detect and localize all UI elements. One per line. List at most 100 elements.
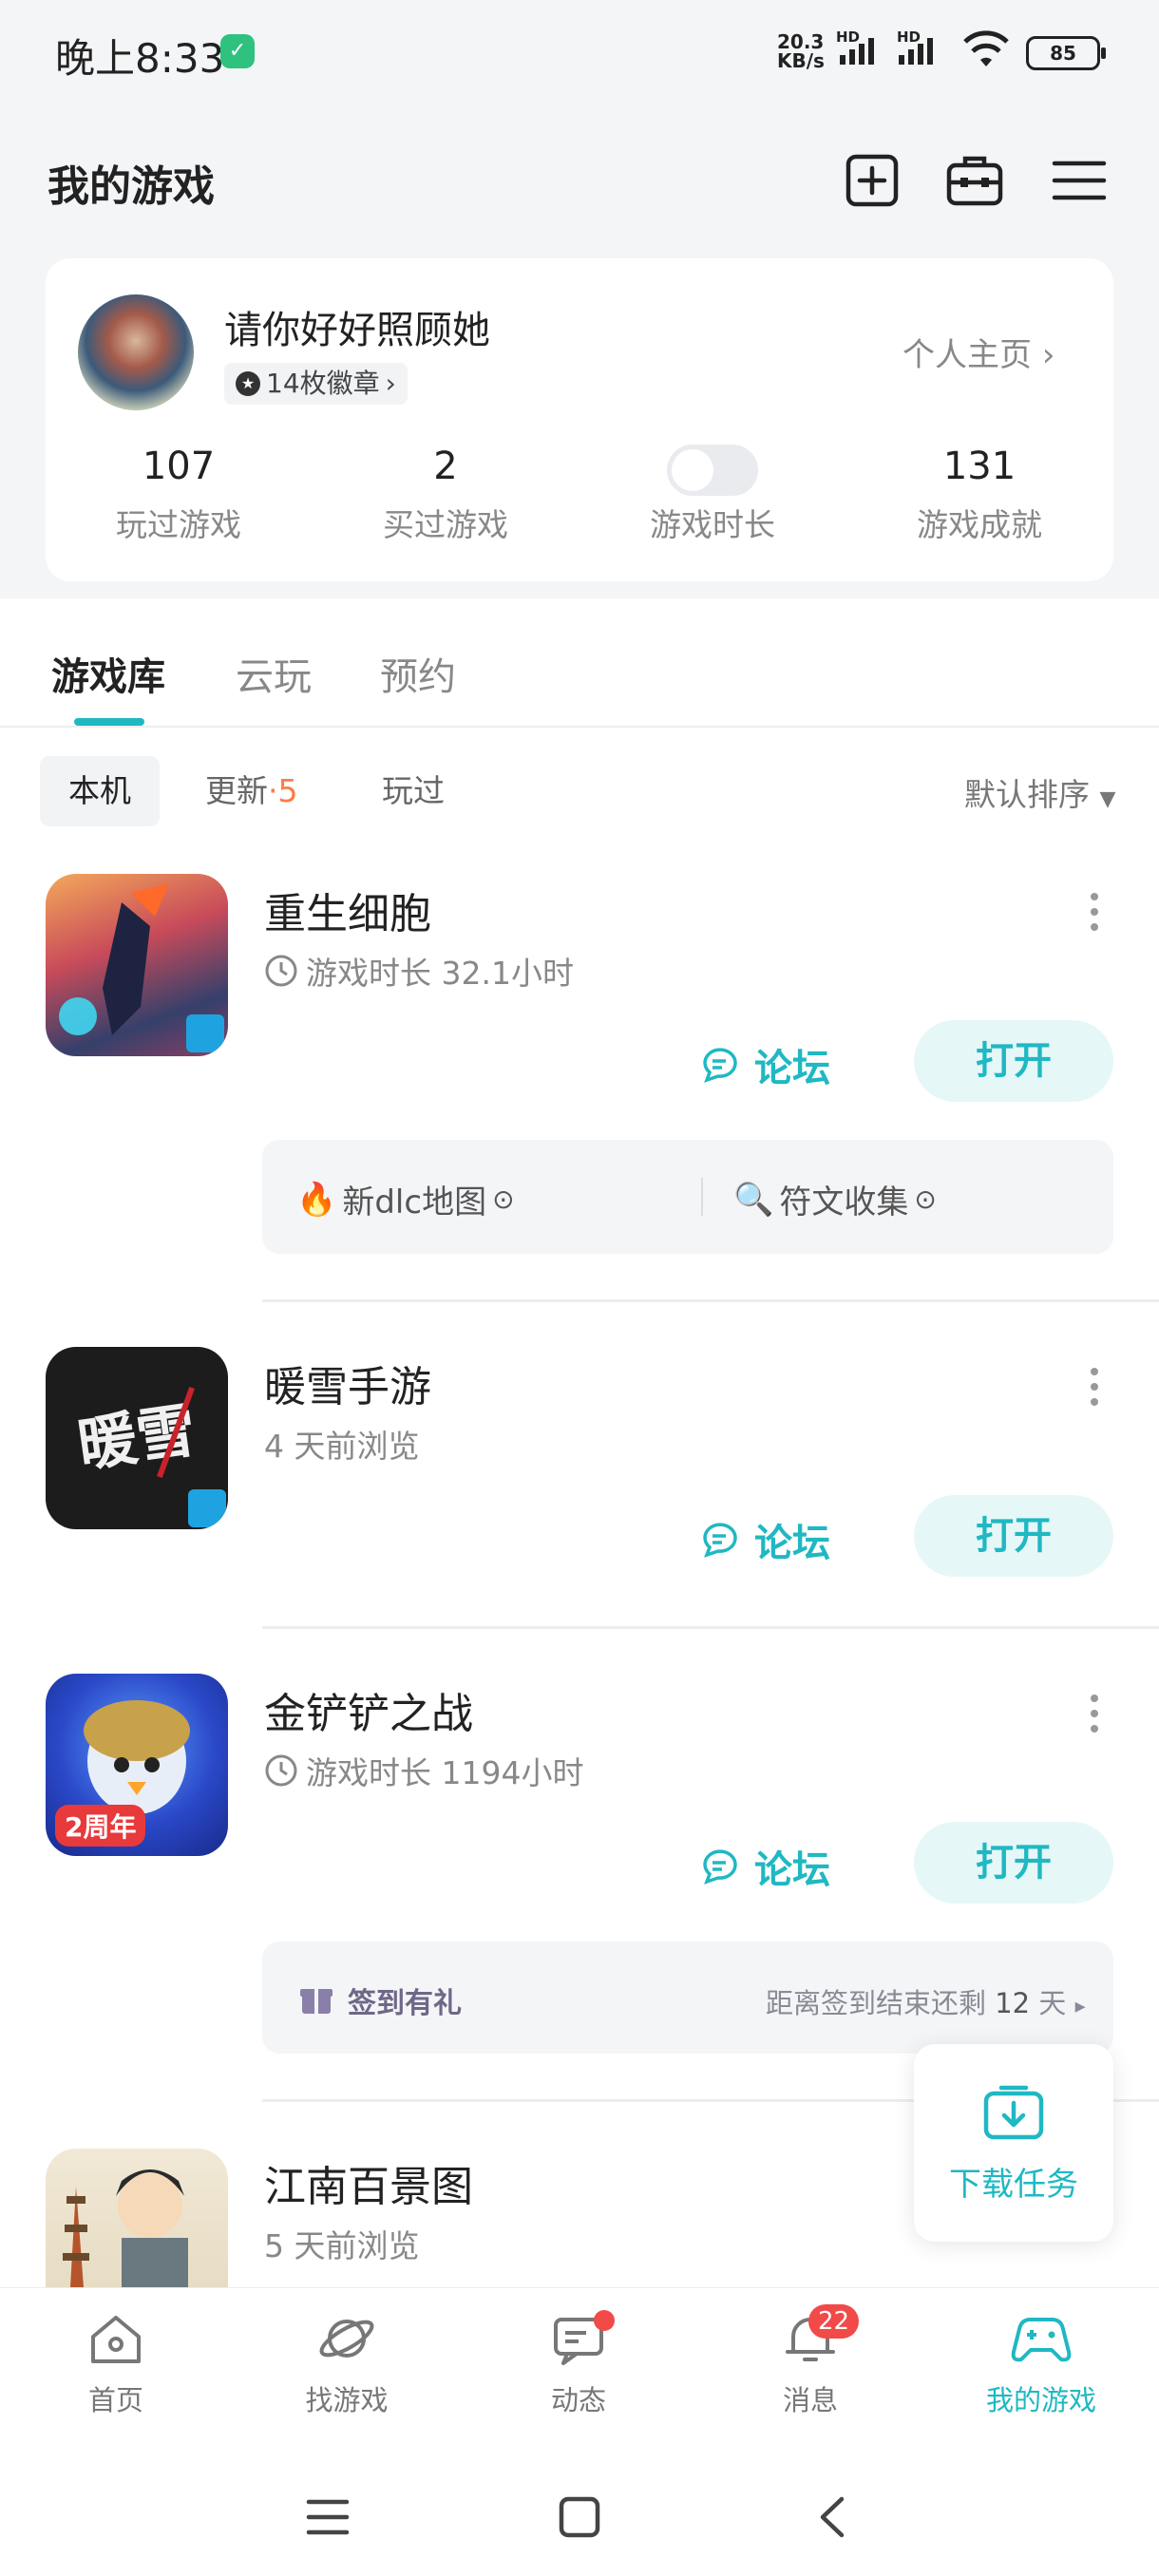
wifi-icon xyxy=(963,30,1009,66)
open-button[interactable]: 打开 xyxy=(914,1822,1113,1904)
more-icon[interactable] xyxy=(1091,893,1102,938)
filter-update-sep: · xyxy=(268,772,278,809)
nav-discover[interactable]: 找游戏 xyxy=(252,2308,442,2418)
gamepad-icon xyxy=(1011,2318,1072,2362)
home-square-icon[interactable] xyxy=(559,2496,600,2538)
caret-down-icon: ▼ xyxy=(1099,787,1116,811)
stat-played[interactable]: 107 玩过游戏 xyxy=(46,445,312,545)
menu-icon[interactable] xyxy=(1049,150,1110,211)
tip-rune[interactable]: 🔍 符文收集 ⊙ xyxy=(733,1176,937,1222)
forum-button-label: 论坛 xyxy=(754,1047,830,1090)
fire-icon: 🔥 xyxy=(296,1180,337,1219)
menu-icon[interactable] xyxy=(306,2498,350,2536)
game-title[interactable]: 江南百景图 xyxy=(264,2152,473,2213)
signin-remaining-prefix: 距离签到结束还剩 xyxy=(766,1987,987,2019)
page-title: 我的游戏 xyxy=(48,162,215,211)
stat-value: 131 xyxy=(942,445,1016,488)
tip-new-dlc[interactable]: 🔥 新dlc地图 ⊙ xyxy=(296,1176,515,1222)
game-icon[interactable] xyxy=(46,2149,228,2287)
net-speed-value: 20.3 xyxy=(777,30,825,53)
tip-label: 新dlc地图 xyxy=(342,1184,487,1222)
game-icon[interactable]: 2周年 xyxy=(46,1674,228,1856)
stat-achievements[interactable]: 131 游戏成就 xyxy=(846,445,1112,545)
forum-button[interactable]: 论坛 xyxy=(699,1037,830,1092)
more-icon[interactable] xyxy=(1091,1368,1102,1413)
more-icon[interactable] xyxy=(1091,1695,1102,1740)
game-title[interactable]: 金铲铲之战 xyxy=(264,1679,473,1740)
homepage-link[interactable]: 个人主页 › xyxy=(902,329,1054,375)
divider xyxy=(0,726,1159,728)
username[interactable]: 请你好好照顾她 xyxy=(224,299,490,354)
forum-button[interactable]: 论坛 xyxy=(699,1839,830,1894)
battery-indicator: 85 xyxy=(1026,36,1106,70)
stat-label: 玩过游戏 xyxy=(116,506,241,543)
status-bar: 晚上8:33 ✓ 20.3 KB/s HD HD 85 xyxy=(0,0,1159,104)
gift-icon xyxy=(300,1989,332,2014)
nav-label: 找游戏 xyxy=(305,2384,389,2416)
row-divider xyxy=(262,1299,1159,1302)
filter-update[interactable]: 更新·5 xyxy=(177,756,327,826)
stat-bought[interactable]: 2 买过游戏 xyxy=(313,445,579,545)
game-subtitle: 游戏时长 32.1小时 xyxy=(264,948,574,994)
open-button[interactable]: 打开 xyxy=(914,1495,1113,1577)
nav-home[interactable]: 首页 xyxy=(21,2308,211,2418)
stat-playtime[interactable]: 游戏时长 xyxy=(580,445,846,545)
open-button[interactable]: 打开 xyxy=(914,1020,1113,1102)
playtime-toggle[interactable] xyxy=(667,445,758,496)
game-subtitle: 游戏时长 1194小时 xyxy=(264,1748,583,1793)
home-icon xyxy=(91,2316,141,2363)
avatar[interactable] xyxy=(78,294,194,410)
chevron-right-icon: › xyxy=(1041,336,1055,374)
anniversary-tag: 2周年 xyxy=(55,1805,146,1847)
signin-bar[interactable]: 签到有礼 距离签到结束还剩 12 天 ▸ xyxy=(262,1941,1113,2054)
tips-bar: 🔥 新dlc地图 ⊙ 🔍 符文收集 ⊙ xyxy=(262,1140,1113,1254)
stat-value: 2 xyxy=(433,445,458,488)
game-art xyxy=(63,2169,188,2287)
game-title[interactable]: 重生细胞 xyxy=(264,880,431,940)
download-task-button[interactable]: 下载任务 xyxy=(914,2044,1113,2242)
stat-label: 游戏成就 xyxy=(917,506,1042,543)
forum-icon xyxy=(703,1048,737,1083)
signin-days: 12 xyxy=(995,1987,1031,2019)
net-speed: 20.3 KB/s xyxy=(777,32,825,70)
filter-played[interactable]: 玩过 xyxy=(353,756,473,826)
game-icon[interactable] xyxy=(46,874,228,1056)
tab-library[interactable]: 游戏库 xyxy=(51,646,165,701)
badge-count[interactable]: ★ 14枚徽章 › xyxy=(224,363,408,405)
forum-icon xyxy=(703,1849,737,1885)
game-art xyxy=(59,883,224,1052)
update-count: 5 xyxy=(277,772,298,809)
search-icon: 🔍 xyxy=(733,1180,774,1219)
platform-icon xyxy=(188,1489,226,1527)
medal-icon: ★ xyxy=(236,371,260,396)
tab-reserve[interactable]: 预约 xyxy=(380,646,456,701)
filter-local[interactable]: 本机 xyxy=(40,756,160,826)
filter-update-label: 更新 xyxy=(205,772,268,809)
homepage-link-label: 个人主页 xyxy=(902,336,1032,374)
add-square-icon[interactable] xyxy=(842,150,902,211)
stat-value: 107 xyxy=(142,445,216,488)
nav-messages[interactable]: 22 消息 xyxy=(715,2304,905,2418)
nav-label: 首页 xyxy=(87,2384,143,2416)
signal-icon xyxy=(899,38,933,65)
game-icon[interactable]: 暖雪 xyxy=(46,1347,228,1529)
back-icon[interactable] xyxy=(815,2496,849,2538)
tip-label: 符文收集 xyxy=(779,1184,909,1222)
tab-cloud[interactable]: 云玩 xyxy=(236,646,312,701)
notification-dot xyxy=(594,2310,615,2331)
stat-label: 游戏时长 xyxy=(650,506,775,543)
badge-count-label: 14枚徽章 xyxy=(266,368,380,399)
divider xyxy=(701,1178,703,1216)
game-title[interactable]: 暖雪手游 xyxy=(264,1353,431,1413)
nav-my-games[interactable]: 我的游戏 xyxy=(946,2308,1136,2418)
forum-button[interactable]: 论坛 xyxy=(699,1512,830,1567)
nav-feed[interactable]: 动态 xyxy=(484,2308,674,2418)
tab-indicator xyxy=(74,718,144,726)
sort-dropdown[interactable]: 默认排序 ▼ xyxy=(964,769,1115,815)
toolbox-icon[interactable] xyxy=(944,150,1005,211)
stat-label: 买过游戏 xyxy=(383,506,508,543)
signal-icon xyxy=(840,38,874,65)
chevron-circle-icon: ⊙ xyxy=(492,1184,515,1215)
game-subtitle: 5 天前浏览 xyxy=(264,2227,420,2264)
chevron-circle-icon: ⊙ xyxy=(914,1184,937,1215)
